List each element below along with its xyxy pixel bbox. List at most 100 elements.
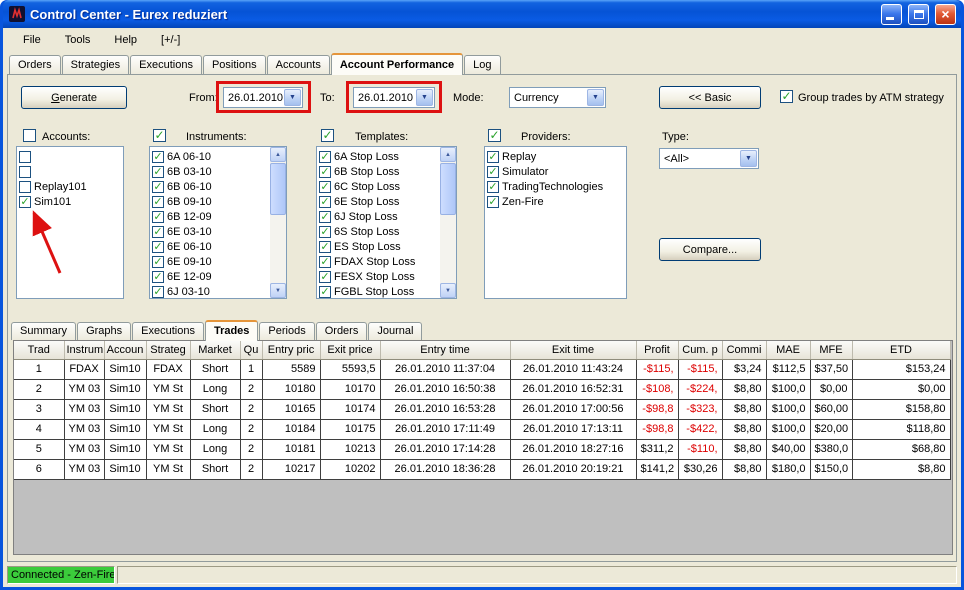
- column-header-mae[interactable]: MAE: [766, 341, 810, 359]
- list-item-fdax-stop-loss[interactable]: ✓FDAX Stop Loss: [319, 254, 440, 269]
- checkbox-icon[interactable]: ✓: [319, 151, 331, 163]
- list-item-6a-stop-loss[interactable]: ✓6A Stop Loss: [319, 149, 440, 164]
- menu-item-file[interactable]: File: [11, 30, 53, 50]
- column-header-commi[interactable]: Commi: [722, 341, 766, 359]
- checkbox-icon[interactable]: ✓: [152, 286, 164, 298]
- list-item-6b-09-10[interactable]: ✓6B 09-10: [152, 194, 270, 209]
- list-item-tradingtechnologies[interactable]: ✓TradingTechnologies: [487, 179, 626, 194]
- list-item-es-stop-loss[interactable]: ✓ES Stop Loss: [319, 239, 440, 254]
- list-item-6b-12-09[interactable]: ✓6B 12-09: [152, 209, 270, 224]
- column-header-accoun[interactable]: Accoun: [104, 341, 146, 359]
- checkbox-icon[interactable]: ✓: [319, 286, 331, 298]
- column-header-profit[interactable]: Profit: [636, 341, 678, 359]
- list-item-replay[interactable]: ✓Replay: [487, 149, 626, 164]
- checkbox-icon[interactable]: ✓: [152, 211, 164, 223]
- checkbox-icon[interactable]: [19, 181, 31, 193]
- list-item-6e-stop-loss[interactable]: ✓6E Stop Loss: [319, 194, 440, 209]
- maximize-button[interactable]: [908, 4, 929, 25]
- column-header-etd[interactable]: ETD: [852, 341, 950, 359]
- scrollbar-track[interactable]: [270, 162, 286, 283]
- checkbox-icon[interactable]: ✓: [152, 166, 164, 178]
- app-icon[interactable]: [9, 6, 25, 22]
- list-item-6e-12-09[interactable]: ✓6E 12-09: [152, 269, 270, 284]
- list-item-6e-06-10[interactable]: ✓6E 06-10: [152, 239, 270, 254]
- checkbox-icon[interactable]: ✓: [152, 181, 164, 193]
- subtab-trades[interactable]: Trades: [205, 320, 258, 341]
- column-header-instrum[interactable]: Instrum: [64, 341, 104, 359]
- checkbox-icon[interactable]: ✓: [152, 241, 164, 253]
- checkbox-icon[interactable]: ✓: [152, 271, 164, 283]
- checkbox-icon[interactable]: ✓: [19, 196, 31, 208]
- list-item-6e-03-10[interactable]: ✓6E 03-10: [152, 224, 270, 239]
- instruments-filter-checkbox[interactable]: ✓: [153, 129, 166, 142]
- list-item-6b-stop-loss[interactable]: ✓6B Stop Loss: [319, 164, 440, 179]
- subtab-graphs[interactable]: Graphs: [77, 322, 131, 340]
- dropdown-arrow-icon[interactable]: ▼: [587, 89, 604, 106]
- column-header-exit-price[interactable]: Exit price: [320, 341, 380, 359]
- list-item-6s-stop-loss[interactable]: ✓6S Stop Loss: [319, 224, 440, 239]
- dropdown-arrow-icon[interactable]: ▼: [740, 150, 757, 167]
- checkbox-icon[interactable]: ✓: [152, 151, 164, 163]
- column-header-entry-time[interactable]: Entry time: [380, 341, 510, 359]
- list-item-zen-fire[interactable]: ✓Zen-Fire: [487, 194, 626, 209]
- column-header-strateg[interactable]: Strateg: [146, 341, 190, 359]
- checkbox-icon[interactable]: ✓: [319, 241, 331, 253]
- group-trades-checkbox[interactable]: ✓: [780, 90, 793, 103]
- subtab-journal[interactable]: Journal: [368, 322, 422, 340]
- column-header-market[interactable]: Market: [190, 341, 240, 359]
- accounts-filter-checkbox[interactable]: [23, 129, 36, 142]
- table-row[interactable]: 2YM 03Sim10YM StLong2101801017026.01.201…: [14, 379, 950, 399]
- checkbox-icon[interactable]: ✓: [152, 256, 164, 268]
- table-row[interactable]: 6YM 03Sim10YM StShort2102171020226.01.20…: [14, 459, 950, 479]
- menu-item-plus-minus[interactable]: [+/-]: [149, 30, 192, 50]
- tab-accounts[interactable]: Accounts: [267, 55, 330, 74]
- checkbox-icon[interactable]: ✓: [152, 196, 164, 208]
- tab-log[interactable]: Log: [464, 55, 500, 74]
- checkbox-icon[interactable]: ✓: [319, 271, 331, 283]
- checkbox-icon[interactable]: ✓: [319, 196, 331, 208]
- checkbox-icon[interactable]: ✓: [487, 196, 499, 208]
- column-header-cum-p[interactable]: Cum. p: [678, 341, 722, 359]
- scrollbar-thumb[interactable]: [440, 163, 456, 215]
- list-item-simulator[interactable]: ✓Simulator: [487, 164, 626, 179]
- providers-list[interactable]: ✓Replay✓Simulator✓TradingTechnologies✓Ze…: [484, 146, 627, 299]
- instruments-list[interactable]: ✓6A 06-10✓6B 03-10✓6B 06-10✓6B 09-10✓6B …: [149, 146, 287, 299]
- scroll-down-icon[interactable]: ▼: [440, 283, 456, 298]
- subtab-summary[interactable]: Summary: [11, 322, 76, 340]
- checkbox-icon[interactable]: ✓: [319, 181, 331, 193]
- templates-filter-checkbox[interactable]: ✓: [321, 129, 334, 142]
- instruments-scrollbar[interactable]: ▲ ▼: [270, 147, 286, 298]
- list-item-6b-06-10[interactable]: ✓6B 06-10: [152, 179, 270, 194]
- list-item-6c-stop-loss[interactable]: ✓6C Stop Loss: [319, 179, 440, 194]
- checkbox-icon[interactable]: ✓: [487, 151, 499, 163]
- column-header-qu[interactable]: Qu: [240, 341, 262, 359]
- checkbox-icon[interactable]: ✓: [487, 181, 499, 193]
- basic-button[interactable]: << Basic: [659, 86, 761, 109]
- menu-item-help[interactable]: Help: [102, 30, 149, 50]
- tab-strategies[interactable]: Strategies: [62, 55, 130, 74]
- checkbox-icon[interactable]: [19, 166, 31, 178]
- tab-account-performance[interactable]: Account Performance: [331, 53, 463, 75]
- subtab-orders[interactable]: Orders: [316, 322, 368, 340]
- table-row[interactable]: 5YM 03Sim10YM StLong2101811021326.01.201…: [14, 439, 950, 459]
- checkbox-icon[interactable]: ✓: [319, 166, 331, 178]
- checkbox-icon[interactable]: [19, 151, 31, 163]
- menu-item-tools[interactable]: Tools: [53, 30, 103, 50]
- list-item[interactable]: [19, 164, 123, 179]
- subtab-periods[interactable]: Periods: [259, 322, 314, 340]
- templates-list[interactable]: ✓6A Stop Loss✓6B Stop Loss✓6C Stop Loss✓…: [316, 146, 457, 299]
- scroll-up-icon[interactable]: ▲: [270, 147, 286, 162]
- list-item-6a-06-10[interactable]: ✓6A 06-10: [152, 149, 270, 164]
- type-combo[interactable]: <All> ▼: [659, 148, 759, 169]
- list-item[interactable]: [19, 149, 123, 164]
- tab-orders[interactable]: Orders: [9, 55, 61, 74]
- table-row[interactable]: 4YM 03Sim10YM StLong2101841017526.01.201…: [14, 419, 950, 439]
- list-item-6j-03-10[interactable]: ✓6J 03-10: [152, 284, 270, 298]
- checkbox-icon[interactable]: ✓: [319, 256, 331, 268]
- checkbox-icon[interactable]: ✓: [152, 226, 164, 238]
- list-item-6e-09-10[interactable]: ✓6E 09-10: [152, 254, 270, 269]
- column-header-trad[interactable]: Trad: [14, 341, 64, 359]
- column-header-mfe[interactable]: MFE: [810, 341, 852, 359]
- table-row[interactable]: 1FDAXSim10FDAXShort155895593,526.01.2010…: [14, 359, 950, 379]
- scroll-down-icon[interactable]: ▼: [270, 283, 286, 298]
